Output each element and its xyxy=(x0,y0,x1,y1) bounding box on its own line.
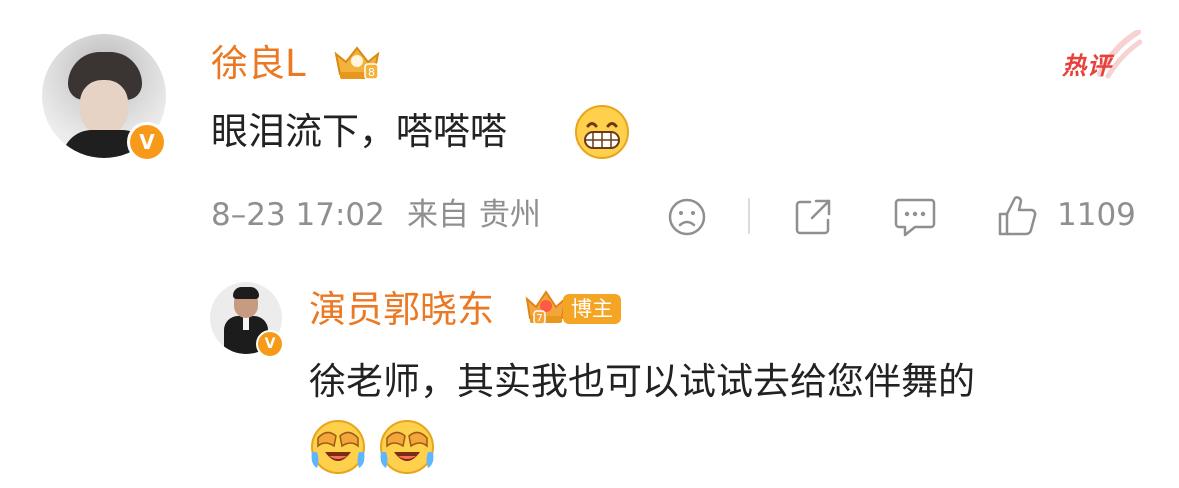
verified-badge-icon: V xyxy=(127,122,167,162)
laugh-cry-face-icon xyxy=(380,420,434,474)
share-icon[interactable] xyxy=(792,196,834,238)
crown-level-icon: 8 xyxy=(334,46,380,80)
dislike-face-icon[interactable] xyxy=(667,197,707,237)
comment-time: 8–23 17:02 xyxy=(211,197,385,233)
blogger-badge: 博主 xyxy=(563,294,621,324)
comment-reply-icon[interactable] xyxy=(893,196,937,238)
grinning-face-icon xyxy=(575,105,629,159)
laugh-cry-face-icon xyxy=(311,420,365,474)
svg-text:7: 7 xyxy=(536,313,542,324)
username[interactable]: 徐良L xyxy=(211,45,306,82)
svg-text:8: 8 xyxy=(368,66,375,79)
like-count[interactable]: 1109 xyxy=(1057,200,1136,231)
reply-text: 徐老师，其实我也可以试试去给您伴舞的 xyxy=(309,360,975,403)
comment-text: 眼泪流下，嗒嗒嗒 xyxy=(211,110,507,153)
comment-location: 来自 贵州 xyxy=(407,197,541,233)
reply-crown-level-icon: 7 xyxy=(525,290,567,325)
reply-username[interactable]: 演员郭晓东 xyxy=(309,291,494,328)
hot-comment-label: 热评 xyxy=(1062,52,1112,80)
reply-verified-badge-icon: V xyxy=(256,330,284,358)
thumbs-up-icon[interactable] xyxy=(996,194,1038,238)
action-divider xyxy=(748,198,750,234)
hot-comment-tag: 热评 xyxy=(1062,30,1142,80)
